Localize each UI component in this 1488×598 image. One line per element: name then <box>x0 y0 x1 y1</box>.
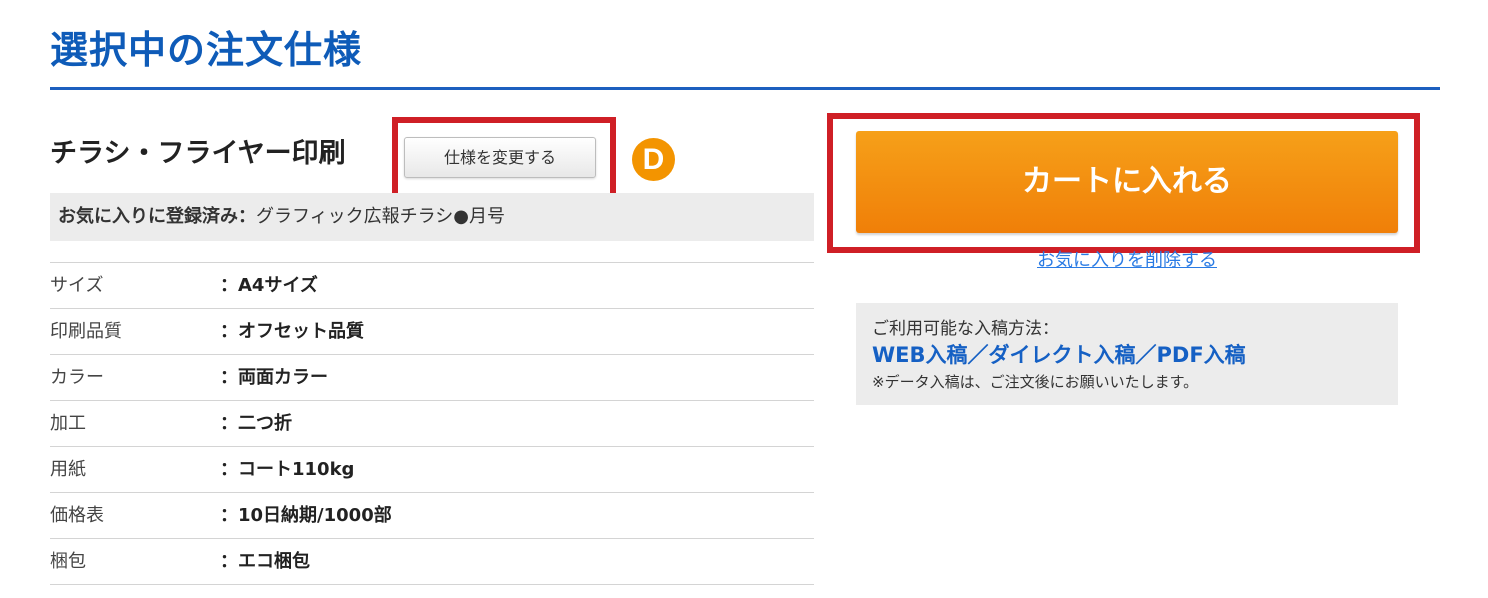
spec-value: ：両面カラー <box>220 367 328 388</box>
spec-value: ：エコ梱包 <box>220 551 310 572</box>
spec-label: 印刷品質 <box>50 321 122 342</box>
spec-row-paper: 用紙 ：コート110kg <box>50 446 814 492</box>
spec-table: サイズ ：A4サイズ 印刷品質 ：オフセット品質 カラー ：両面カラー 加工 ：… <box>50 262 814 585</box>
spec-row-processing: 加工 ：二つ折 <box>50 400 814 446</box>
favorite-status-label: お気に入りに登録済み： <box>58 206 256 227</box>
change-spec-highlight <box>392 117 616 204</box>
spec-label: 用紙 <box>50 459 86 480</box>
add-to-cart-highlight <box>827 113 1420 253</box>
remove-favorite-link[interactable]: お気に入りを削除する <box>856 248 1398 274</box>
spec-label: 梱包 <box>50 551 86 572</box>
spec-row-price-table: 価格表 ：10日納期/1000部 <box>50 492 814 538</box>
spec-label: 加工 <box>50 413 86 434</box>
spec-row-color: カラー ：両面カラー <box>50 354 814 400</box>
spec-value: ：オフセット品質 <box>220 321 364 342</box>
spec-value: ：コート110kg <box>220 459 355 480</box>
favorite-name: グラフィック広報チラシ●月号 <box>256 206 505 227</box>
spec-label: カラー <box>50 367 104 388</box>
submission-methods-panel: ご利用可能な入稿方法： WEB入稿／ダイレクト入稿／PDF入稿 ※データ入稿は、… <box>856 303 1398 405</box>
spec-row-size: サイズ ：A4サイズ <box>50 262 814 308</box>
submission-note: ※データ入稿は、ご注文後にお願いいたします。 <box>872 373 1199 391</box>
page-title: 選択中の注文仕様 <box>50 28 363 72</box>
spec-row-packing: 梱包 ：エコ梱包 <box>50 538 814 585</box>
spec-value: ：10日納期/1000部 <box>220 505 392 526</box>
favorite-status-bar: お気に入りに登録済み：グラフィック広報チラシ●月号 <box>50 193 814 241</box>
spec-label: 価格表 <box>50 505 104 526</box>
product-name: チラシ・フライヤー印刷 <box>50 138 346 169</box>
spec-value: ：A4サイズ <box>220 275 318 296</box>
title-divider <box>50 87 1440 90</box>
marker-badge-d: D <box>632 138 675 181</box>
submission-methods: WEB入稿／ダイレクト入稿／PDF入稿 <box>872 343 1246 367</box>
submission-caption: ご利用可能な入稿方法： <box>872 319 1059 339</box>
spec-value: ：二つ折 <box>220 413 292 434</box>
spec-row-quality: 印刷品質 ：オフセット品質 <box>50 308 814 354</box>
spec-label: サイズ <box>50 275 104 296</box>
